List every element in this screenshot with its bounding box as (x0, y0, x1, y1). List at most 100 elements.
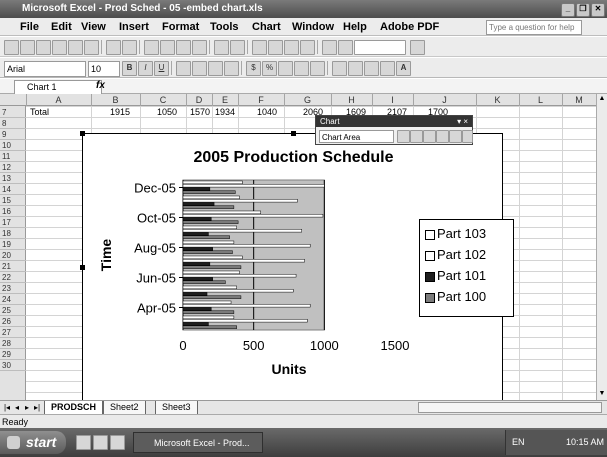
row-header[interactable]: 17 (0, 217, 26, 228)
row-header[interactable]: 16 (0, 206, 26, 217)
align-center-icon[interactable] (192, 61, 207, 76)
row-header[interactable]: 9 (0, 129, 26, 140)
row-header[interactable]: 15 (0, 195, 26, 206)
sort-descending-icon[interactable] (300, 40, 315, 55)
save-icon[interactable] (36, 40, 51, 55)
permission-icon[interactable] (52, 40, 67, 55)
row-header[interactable]: 21 (0, 261, 26, 272)
tab-prodsch[interactable]: PRODSCH (44, 401, 104, 415)
cell-value[interactable]: 1050 (157, 107, 177, 117)
increase-indent-icon[interactable] (348, 61, 363, 76)
clock[interactable]: 10:15 AM (566, 430, 604, 455)
new-icon[interactable] (4, 40, 19, 55)
row-header[interactable]: 22 (0, 272, 26, 283)
column-header[interactable]: H (331, 94, 373, 106)
column-header[interactable]: L (519, 94, 563, 106)
scroll-up-icon[interactable]: ▲ (598, 95, 606, 103)
embedded-chart[interactable]: 2005 Production Schedule Apr-05 Jun-05 Aug… (80, 131, 514, 401)
prev-sheet-icon[interactable]: ◂ (12, 402, 22, 413)
row-header[interactable]: 30 (0, 360, 26, 371)
column-header[interactable]: B (91, 94, 141, 106)
cell-value[interactable]: 1040 (257, 107, 277, 117)
cell-value[interactable]: 1915 (110, 107, 130, 117)
drawing-icon[interactable] (338, 40, 353, 55)
underline-icon[interactable]: U (154, 61, 169, 76)
print-icon[interactable] (68, 40, 83, 55)
column-header[interactable]: A (26, 94, 92, 106)
menu-format[interactable]: Format (162, 18, 199, 36)
restore-icon[interactable]: ❐ (576, 3, 590, 17)
bold-icon[interactable]: B (122, 61, 137, 76)
help-icon[interactable] (410, 40, 425, 55)
row-header[interactable]: 28 (0, 338, 26, 349)
menu-file[interactable]: File (20, 18, 39, 36)
currency-icon[interactable]: $ (246, 61, 261, 76)
open-icon[interactable] (20, 40, 35, 55)
horizontal-scrollbar[interactable] (418, 402, 602, 413)
minimize-icon[interactable]: _ (561, 3, 575, 17)
name-box[interactable]: Chart 1 (14, 80, 102, 95)
autosum-icon[interactable] (268, 40, 283, 55)
language-indicator[interactable]: EN (512, 430, 525, 455)
align-left-icon[interactable] (176, 61, 191, 76)
merge-center-icon[interactable] (224, 61, 239, 76)
row-header[interactable]: 10 (0, 140, 26, 151)
cell-value[interactable]: 1570 (190, 107, 210, 117)
quick-launch-icon[interactable] (93, 435, 108, 450)
next-sheet-icon[interactable]: ▸ (22, 402, 32, 413)
percent-icon[interactable]: % (262, 61, 277, 76)
row-header[interactable]: 14 (0, 184, 26, 195)
align-right-icon[interactable] (208, 61, 223, 76)
column-header[interactable]: I (372, 94, 414, 106)
fill-color-icon[interactable] (380, 61, 395, 76)
column-header[interactable]: C (140, 94, 187, 106)
column-header[interactable]: J (413, 94, 477, 106)
row-header[interactable]: 7 (0, 107, 26, 118)
row-header[interactable]: 18 (0, 228, 26, 239)
quick-launch-icon[interactable] (110, 435, 125, 450)
column-header[interactable]: K (476, 94, 520, 106)
menu-tools[interactable]: Tools (210, 18, 239, 36)
chart-objects-select[interactable]: Chart Area (319, 130, 394, 143)
menu-window[interactable]: Window (292, 18, 334, 36)
menu-insert[interactable]: Insert (119, 18, 149, 36)
menu-adobe-pdf[interactable]: Adobe PDF (380, 18, 439, 36)
row-header[interactable]: 26 (0, 316, 26, 327)
legend-icon[interactable] (423, 130, 436, 143)
comma-icon[interactable] (278, 61, 293, 76)
function-icon[interactable]: fx (96, 80, 105, 91)
vertical-scrollbar[interactable]: ▲ ▼ (596, 94, 607, 400)
angle-text-icon[interactable] (462, 130, 473, 143)
tab-sheet2[interactable]: Sheet2 (103, 401, 146, 415)
row-header[interactable]: 29 (0, 349, 26, 360)
column-header[interactable]: G (284, 94, 332, 106)
row-header[interactable]: 19 (0, 239, 26, 250)
column-header[interactable]: D (186, 94, 213, 106)
redo-icon[interactable] (230, 40, 245, 55)
cell-total-label[interactable]: Total (30, 107, 49, 117)
sort-ascending-icon[interactable] (284, 40, 299, 55)
menu-view[interactable]: View (81, 18, 106, 36)
row-header[interactable]: 25 (0, 305, 26, 316)
row-header[interactable]: 11 (0, 151, 26, 162)
row-header[interactable]: 24 (0, 294, 26, 305)
tab-sheet3[interactable]: Sheet3 (155, 401, 198, 415)
row-header[interactable]: 27 (0, 327, 26, 338)
row-header[interactable]: 8 (0, 118, 26, 129)
row-header[interactable]: 20 (0, 250, 26, 261)
ask-question-input[interactable]: Type a question for help (486, 20, 582, 35)
spelling-icon[interactable] (106, 40, 121, 55)
decrease-indent-icon[interactable] (332, 61, 347, 76)
taskbar-excel-button[interactable]: Microsoft Excel - Prod... (133, 432, 263, 453)
close-icon[interactable]: ✕ (591, 3, 605, 17)
data-table-icon[interactable] (436, 130, 449, 143)
close-icon[interactable]: ▾ × (457, 116, 468, 127)
menu-help[interactable]: Help (343, 18, 367, 36)
print-preview-icon[interactable] (84, 40, 99, 55)
increase-decimal-icon[interactable] (294, 61, 309, 76)
format-chart-area-icon[interactable] (397, 130, 410, 143)
paste-icon[interactable] (176, 40, 191, 55)
row-header[interactable]: 12 (0, 162, 26, 173)
research-icon[interactable] (122, 40, 137, 55)
decrease-decimal-icon[interactable] (310, 61, 325, 76)
